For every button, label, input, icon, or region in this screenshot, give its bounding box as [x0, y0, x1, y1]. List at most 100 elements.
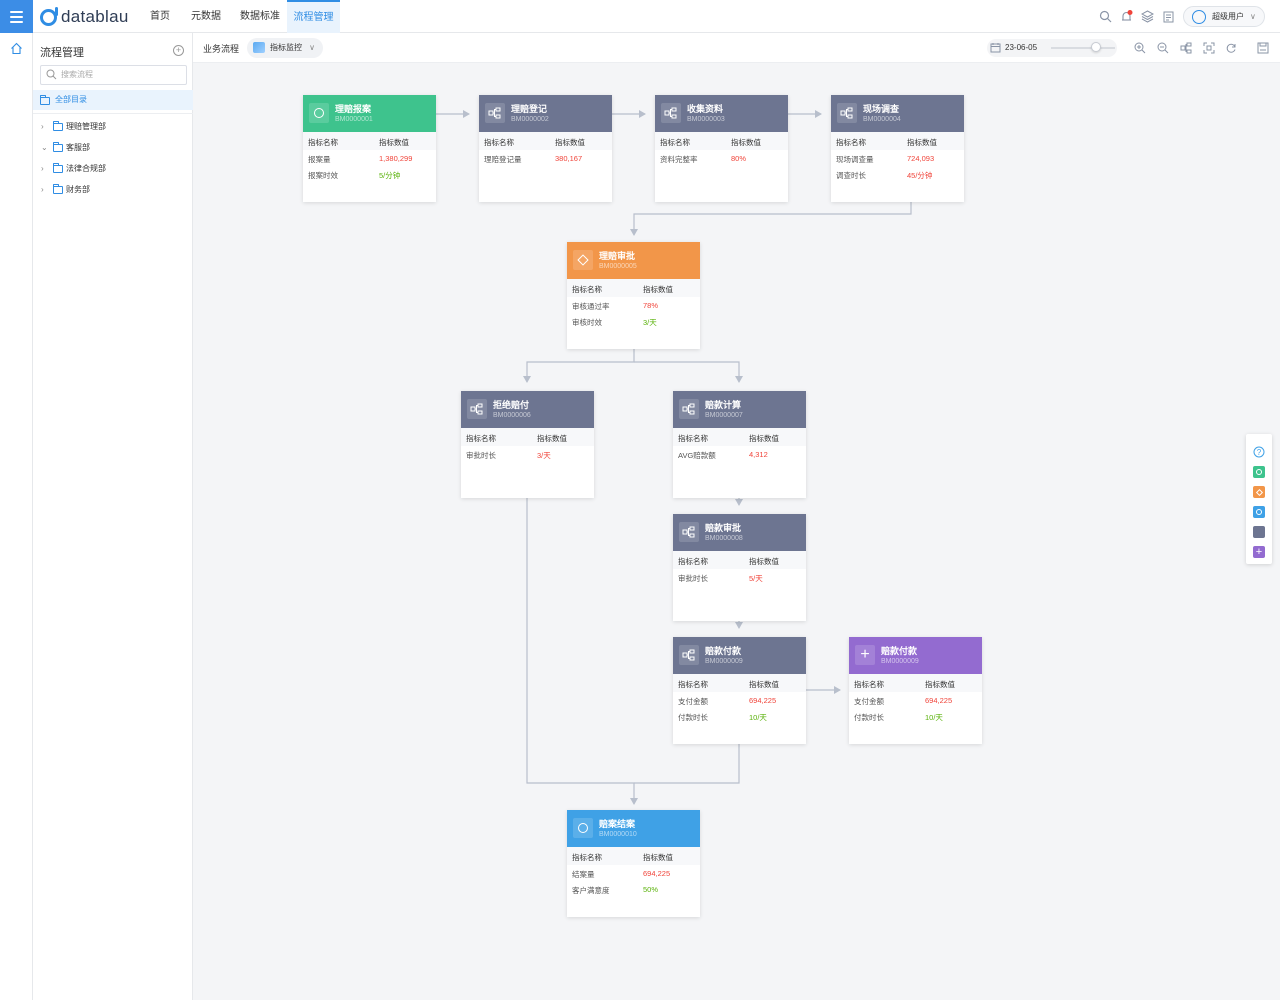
- flow-node-task[interactable]: 赔款付款 BM0000009 指标名称 指标数值 支付金额 694,225 付款时长 10/天: [673, 637, 806, 744]
- tree-item[interactable]: › 理赔管理部: [33, 119, 193, 135]
- node-code: BM0000001: [335, 116, 373, 123]
- zoom-slider-handle[interactable]: [1091, 42, 1101, 52]
- flow-node-end[interactable]: 赔案结案 BM0000010 指标名称 指标数值 结案量 694,225 客户满意度 50%: [567, 810, 700, 917]
- zoom-in-icon[interactable]: [1134, 42, 1146, 54]
- folder-icon: [53, 142, 63, 152]
- node-code: BM0000006: [493, 412, 531, 419]
- node-header: 收集资料 BM0000003: [655, 95, 788, 132]
- end-node-icon: [573, 818, 593, 838]
- sidebar-title: 流程管理: [40, 47, 84, 59]
- layers-icon[interactable]: [1141, 10, 1154, 23]
- flow-node-task[interactable]: 赔款审批 BM0000008 指标名称 指标数值 审批时长 5/天: [673, 514, 806, 621]
- metric-value: 5/分钟: [379, 171, 401, 180]
- metric-name: 资料完整率: [660, 155, 698, 164]
- chevron-right-icon[interactable]: ›: [41, 119, 44, 135]
- layout-icon[interactable]: [1180, 42, 1192, 54]
- user-menu[interactable]: 超级用户 ∨: [1183, 6, 1265, 27]
- flow-node-task[interactable]: 赔款计算 BM0000007 指标名称 指标数值 AVG赔款额 4,312: [673, 391, 806, 498]
- search-input[interactable]: 搜索流程: [40, 65, 187, 85]
- zoom-slider[interactable]: [1051, 47, 1115, 49]
- task-node-icon[interactable]: [1253, 526, 1265, 538]
- chevron-down-icon[interactable]: ⌄: [41, 140, 48, 156]
- tree-item[interactable]: › 法律合规部: [33, 161, 193, 177]
- metric-name: 付款时长: [854, 713, 884, 722]
- metric-row: 审批时长 3/天: [461, 450, 594, 466]
- metric-value: 10/天: [749, 713, 767, 722]
- nav-process-management[interactable]: 流程管理: [287, 0, 340, 33]
- end-node-icon[interactable]: [1253, 506, 1265, 518]
- metric-name: 支付金额: [854, 697, 884, 706]
- tree-item[interactable]: › 财务部: [33, 182, 193, 198]
- tree-item-label: 法律合规部: [66, 164, 106, 173]
- metric-value: 10/天: [925, 713, 943, 722]
- nav-home[interactable]: 首页: [144, 0, 176, 33]
- gateway-node-icon: [573, 250, 593, 270]
- column-header-name: 指标名称: [678, 557, 708, 566]
- flow-node-task[interactable]: 现场调查 BM0000004 指标名称 指标数值 现场调查量 724,093 调查时长 45/…: [831, 95, 964, 202]
- column-header-name: 指标名称: [678, 434, 708, 443]
- flow-node-task[interactable]: 收集资料 BM0000003 指标名称 指标数值 资料完整率 80%: [655, 95, 788, 202]
- metric-row: 报案量 1,380,299: [303, 154, 436, 170]
- node-title: 赔款计算: [705, 400, 742, 410]
- left-rail: [0, 33, 33, 1000]
- node-header: 赔案结案 BM0000010: [567, 810, 700, 847]
- metric-row: 结案量 694,225: [567, 869, 700, 885]
- column-header-name: 指标名称: [572, 285, 602, 294]
- flow-node-gateway[interactable]: 理赔审批 BM0000005 指标名称 指标数值 审核通过率 78% 审核时效 3/天: [567, 242, 700, 349]
- flow-node-task[interactable]: 拒绝赔付 BM0000006 指标名称 指标数值 审批时长 3/天: [461, 391, 594, 498]
- logo-mark: [40, 6, 58, 26]
- metric-name: 客户满意度: [572, 886, 610, 895]
- task-node-icon: [661, 103, 681, 123]
- menu-icon[interactable]: [0, 0, 33, 33]
- chevron-right-icon[interactable]: ›: [41, 161, 44, 177]
- metric-value: 5/天: [749, 574, 763, 583]
- metric-name: 付款时长: [678, 713, 708, 722]
- column-header-value: 指标数值: [537, 434, 567, 443]
- view-select[interactable]: 指标监控 ∨: [247, 38, 323, 58]
- chevron-right-icon[interactable]: ›: [41, 182, 44, 198]
- monitor-icon: [253, 42, 265, 53]
- help-icon[interactable]: ?: [1253, 446, 1265, 458]
- column-header-value: 指标数值: [749, 680, 779, 689]
- fit-screen-icon[interactable]: [1203, 42, 1215, 54]
- search-icon[interactable]: [1099, 10, 1112, 23]
- tree-item-label: 理赔管理部: [66, 122, 106, 131]
- add-icon[interactable]: +: [173, 45, 184, 56]
- metric-name: 审核时效: [572, 318, 602, 327]
- save-icon[interactable]: [1257, 42, 1269, 54]
- column-header-value: 指标数值: [555, 138, 585, 147]
- flow-node-subprocess[interactable]: + 赔款付款 BM0000009 指标名称 指标数值 支付金额 694,225 付款时长 10/…: [849, 637, 982, 744]
- node-code: BM0000009: [881, 658, 919, 665]
- metric-row: 客户满意度 50%: [567, 885, 700, 901]
- tree-item[interactable]: ⌄ 客服部: [33, 140, 193, 156]
- home-icon[interactable]: [10, 42, 23, 55]
- metric-value: 1,380,299: [379, 154, 413, 163]
- metric-name: 支付金额: [678, 697, 708, 706]
- metric-name: 审批时长: [466, 451, 496, 460]
- flow-canvas[interactable]: 理赔报案 BM0000001 指标名称 指标数值 报案量 1,380,299 报案时效 5/分…: [193, 63, 1280, 1000]
- metric-name: 审批时长: [678, 574, 708, 583]
- metric-name: 现场调查量: [836, 155, 874, 164]
- bell-icon[interactable]: [1120, 10, 1133, 23]
- node-title: 理赔审批: [599, 251, 636, 261]
- nav-metadata[interactable]: 元数据: [186, 0, 226, 33]
- metric-row: 付款时长 10/天: [849, 712, 982, 728]
- clipboard-icon[interactable]: [1162, 10, 1175, 23]
- flow-node-task[interactable]: 理赔登记 BM0000002 指标名称 指标数值 理赔登记量 380,167: [479, 95, 612, 202]
- column-header-value: 指标数值: [907, 138, 937, 147]
- date-value: 23-06-05: [1005, 43, 1038, 52]
- start-node-icon[interactable]: [1253, 466, 1265, 478]
- tree-root[interactable]: 全部目录: [33, 90, 193, 110]
- node-title: 理赔报案: [335, 104, 372, 114]
- nav-data-standard[interactable]: 数据标准: [236, 0, 284, 33]
- zoom-out-icon[interactable]: [1157, 42, 1169, 54]
- gateway-node-icon[interactable]: [1253, 486, 1265, 498]
- node-code: BM0000010: [599, 831, 637, 838]
- start-node-icon: [309, 103, 329, 123]
- task-node-icon: [467, 399, 487, 419]
- subprocess-node-icon[interactable]: +: [1253, 546, 1265, 558]
- metric-value: 80%: [731, 154, 747, 163]
- refresh-icon[interactable]: [1225, 42, 1237, 54]
- flow-node-start[interactable]: 理赔报案 BM0000001 指标名称 指标数值 报案量 1,380,299 报案时效 5/分…: [303, 95, 436, 202]
- task-node-icon: [679, 522, 699, 542]
